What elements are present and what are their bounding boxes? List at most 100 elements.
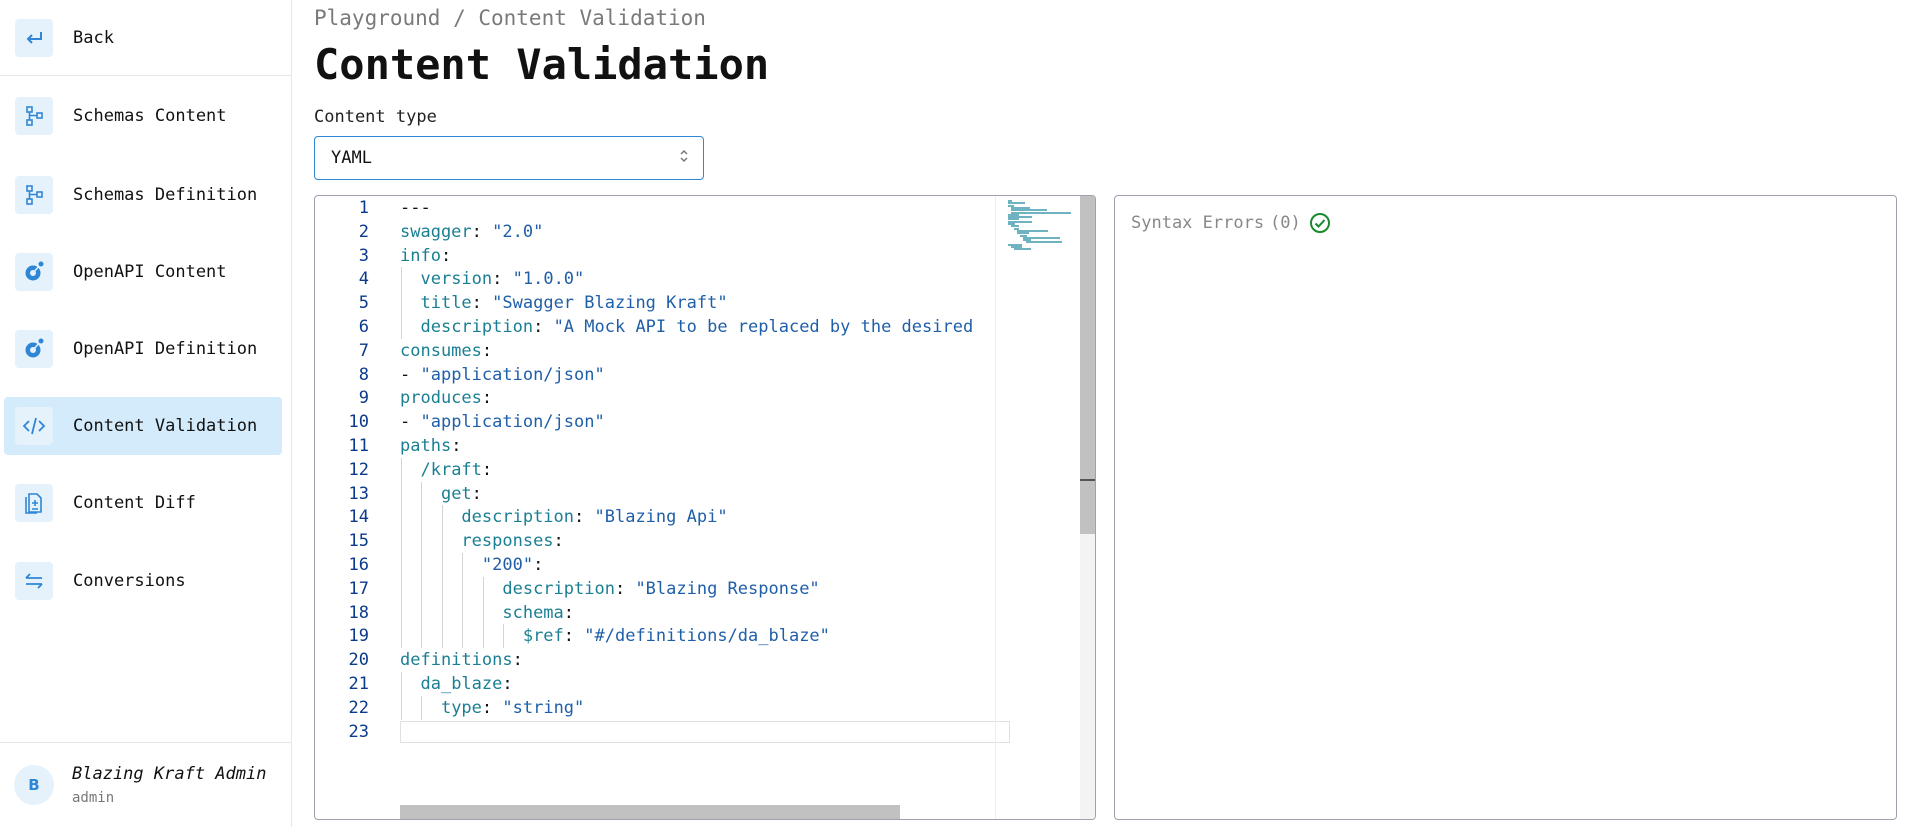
line-number: 2 <box>358 221 369 242</box>
line-number: 11 <box>348 436 369 456</box>
indent-guide <box>401 267 402 292</box>
indent-guide <box>462 624 464 649</box>
sidebar-item-content-diff[interactable]: Content Diff <box>4 474 282 532</box>
indent-guide <box>421 553 423 577</box>
code-line: --- <box>400 198 431 218</box>
sidebar-item-label: OpenAPI Definition <box>73 339 258 359</box>
indent-guide <box>401 553 402 577</box>
indent-guide <box>503 624 504 649</box>
sidebar-item-openapi-definition[interactable]: OpenAPI Definition <box>4 320 282 378</box>
arrows-swap-icon <box>15 562 53 600</box>
code-line: type: "string" <box>440 697 585 718</box>
code-line: responses: <box>461 531 564 552</box>
indent-guide <box>462 553 464 577</box>
user-profile[interactable]: B Blazing Kraft Admin admin <box>0 742 292 827</box>
sidebar-item-content-validation[interactable]: Content Validation <box>4 397 282 455</box>
indent-guide <box>482 600 484 625</box>
indent-guide <box>421 481 423 506</box>
indent-guide <box>401 576 402 601</box>
diff-icon <box>15 484 53 522</box>
sidebar-item-schemas-definition[interactable]: Schemas Definition <box>4 166 282 224</box>
code-line: schema: <box>502 602 575 623</box>
line-number-gutter: 1 2 3 4 5 6 7 8 9 10 11 12 13 14 15 16 17 18 19 20 21 22 23 <box>315 196 395 819</box>
syntax-errors-label: Syntax Errors <box>1131 213 1265 233</box>
indent-guide <box>441 576 443 601</box>
line-number: 13 <box>348 483 369 504</box>
line-number: 10 <box>348 412 369 433</box>
minimap[interactable] <box>995 196 1081 819</box>
line-number: 3 <box>358 245 369 266</box>
content-type-select[interactable]: YAML <box>314 136 704 180</box>
code-line: /kraft: <box>420 459 493 480</box>
code-icon <box>15 407 53 445</box>
indent-guide <box>462 576 464 601</box>
indent-guide <box>421 600 423 625</box>
schema-tree-icon <box>15 97 53 135</box>
code-line: swagger: "2.0" <box>400 221 544 242</box>
code-line: info: <box>400 245 452 266</box>
indent-guide <box>441 553 443 577</box>
line-number: 8 <box>358 364 369 385</box>
line-number: 19 <box>348 626 369 647</box>
code-line: description: "A Mock API to be replaced … <box>420 317 974 337</box>
line-number: 7 <box>358 340 369 361</box>
scroll-position-marker <box>1080 479 1095 481</box>
horizontal-scrollbar-thumb[interactable] <box>400 805 900 819</box>
sidebar-item-schemas-content[interactable]: Schemas Content <box>4 87 282 145</box>
indent-guide <box>401 315 402 339</box>
line-number: 15 <box>348 531 369 552</box>
indent-guide <box>401 457 402 482</box>
avatar: B <box>14 765 54 805</box>
line-number: 22 <box>348 697 369 718</box>
indent-guide <box>421 624 423 649</box>
sidebar-item-openapi-content[interactable]: OpenAPI Content <box>4 243 282 301</box>
indent-guide <box>401 600 402 625</box>
sidebar-item-label: Content Diff <box>73 493 196 513</box>
line-number: 6 <box>358 317 369 337</box>
code-line: produces: <box>400 388 493 409</box>
line-number: 16 <box>348 555 369 575</box>
code-editor[interactable]: 1 2 3 4 5 6 7 8 9 10 11 12 13 14 15 16 17 18 19 20 21 22 23 --… <box>314 195 1096 820</box>
sidebar-item-conversions[interactable]: Conversions <box>4 552 282 610</box>
code-line: paths: <box>400 436 462 456</box>
indent-guide <box>441 624 443 649</box>
indent-guide <box>401 505 402 530</box>
indent-guide <box>441 600 443 625</box>
breadcrumb: Playground / Content Validation <box>314 6 706 30</box>
line-number: 14 <box>348 507 369 528</box>
line-number: 20 <box>348 650 369 671</box>
code-line: - "application/json" <box>400 364 605 385</box>
indent-guide <box>401 529 402 553</box>
code-area[interactable]: --- swagger: "2.0" info: version: "1.0.0" … <box>400 196 1010 819</box>
line-number: 1 <box>358 198 369 218</box>
indent-guide <box>401 481 402 506</box>
line-number: 4 <box>358 269 369 290</box>
code-line: title: "Swagger Blazing Kraft" <box>420 293 728 314</box>
sidebar-item-label: Content Validation <box>73 416 258 436</box>
user-role: admin <box>72 790 115 806</box>
back-arrow-icon <box>15 18 53 57</box>
code-line: da_blaze: <box>420 674 513 694</box>
indent-guide <box>421 505 423 530</box>
indent-guide <box>401 624 402 649</box>
code-line: - "application/json" <box>400 412 605 433</box>
check-circle-icon <box>1309 213 1330 233</box>
code-line: description: "Blazing Api" <box>461 507 728 528</box>
sidebar-item-label: Schemas Definition <box>73 185 258 205</box>
chevron-updown-icon <box>679 148 689 168</box>
indent-guide <box>421 529 423 553</box>
vertical-scrollbar-thumb[interactable] <box>1080 196 1095 534</box>
back-button[interactable]: Back <box>0 0 292 76</box>
openapi-icon <box>15 253 53 291</box>
indent-guide <box>421 576 423 601</box>
indent-guide <box>401 695 402 720</box>
indent-guide <box>462 600 464 625</box>
code-line: consumes: <box>400 340 493 361</box>
back-label: Back <box>73 27 114 48</box>
minimap-line <box>1014 248 1031 251</box>
line-number: 18 <box>348 602 369 623</box>
sidebar-item-label: OpenAPI Content <box>73 262 227 282</box>
syntax-errors-panel: Syntax Errors (0) <box>1114 195 1897 820</box>
line-number: 23 <box>348 721 369 742</box>
indent-guide <box>401 291 402 315</box>
